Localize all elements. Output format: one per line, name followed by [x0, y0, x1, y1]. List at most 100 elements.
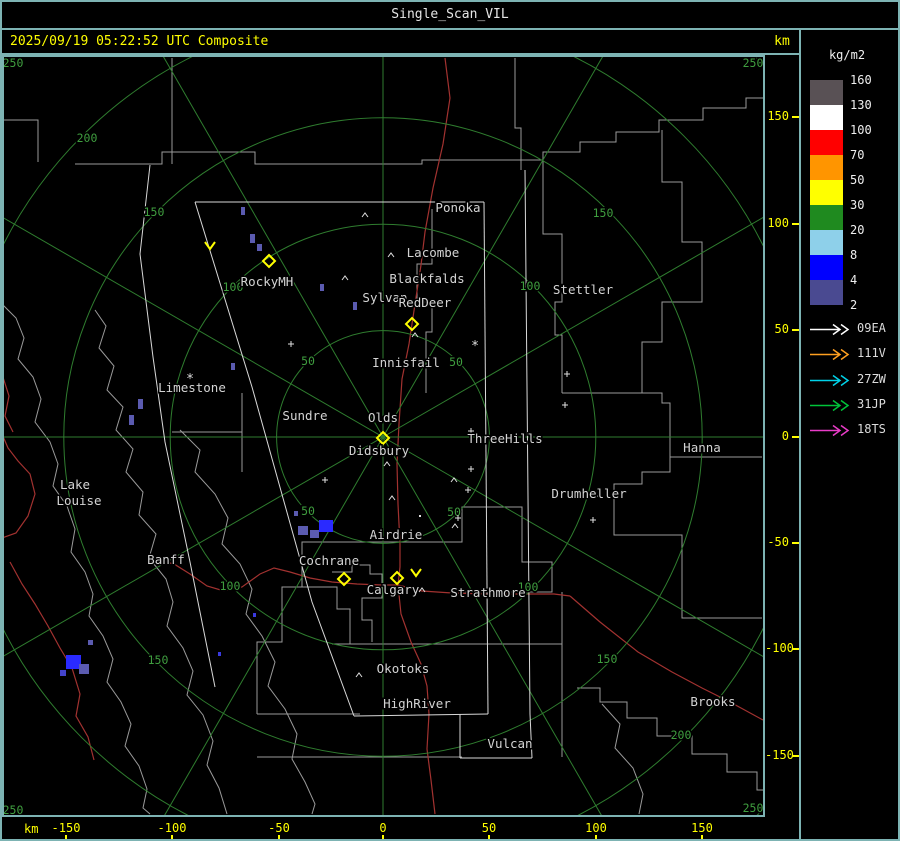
axis-tick-label: 150 [767, 109, 789, 123]
caret-marker-icon [387, 252, 395, 258]
city-label: Louise [56, 493, 101, 508]
city-label: Cochrane [299, 553, 359, 568]
highway-road [396, 57, 451, 586]
coverage-sector-outline [524, 169, 533, 759]
ring-distance-label: 250 [743, 57, 763, 70]
axis-tick-label: 100 [585, 821, 607, 835]
precip-cell [250, 234, 255, 243]
legend-swatch [810, 155, 843, 180]
axis-tick-mark [792, 542, 799, 544]
city-label: RockyMH [241, 274, 294, 289]
legend-swatch [810, 130, 843, 155]
highway-road [4, 437, 36, 538]
legend-swatch [810, 80, 843, 105]
precip-cell [253, 613, 256, 617]
ring-distance-label: 150 [597, 652, 618, 666]
county-boundary [4, 305, 151, 815]
county-boundary [613, 457, 762, 619]
site-arrow-icon [810, 425, 850, 437]
city-label: Calgary [367, 582, 420, 597]
axis-tick-label: 0 [781, 429, 789, 443]
axis-tick-label: 150 [691, 821, 713, 835]
axis-tick-mark [278, 835, 280, 839]
site-legend-row: 09EA [809, 321, 898, 337]
county-boundary [562, 392, 671, 457]
azimuth-radial [163, 57, 384, 438]
ring-distance-label: 200 [77, 131, 98, 145]
azimuth-radial [382, 436, 763, 657]
plus-marker-icon [465, 487, 471, 493]
precip-cell [241, 207, 245, 215]
plus-marker-icon [322, 477, 328, 483]
city-label: Lacombe [407, 245, 460, 260]
axis-tick-mark [595, 835, 597, 839]
ring-distance-label: 100 [220, 579, 241, 593]
plus-marker-icon [590, 517, 596, 523]
scan-timestamp: 2025/09/19 05:22:52 UTC Composite [10, 34, 269, 49]
axis-tick-mark [792, 223, 799, 225]
site-id-label: 31JP [857, 396, 886, 411]
plus-marker-icon [562, 402, 568, 408]
radar-site-chevron-icon [410, 568, 422, 578]
axis-tick-mark [488, 835, 490, 839]
site-id-label: 111V [857, 346, 886, 361]
ring-distance-label: 250 [4, 57, 23, 70]
precip-cell [218, 652, 221, 656]
caret-marker-icon [411, 332, 419, 338]
info-strip: 2025/09/19 05:22:52 UTC Composite km [2, 30, 799, 55]
city-label: Drumheller [551, 486, 627, 501]
county-boundary [75, 151, 543, 165]
axis-tick-mark [701, 835, 703, 839]
ring-distance-label: 50 [301, 354, 315, 368]
caret-marker-icon [361, 212, 369, 218]
site-id-label: 27ZW [857, 371, 886, 386]
axis-tick-mark [792, 648, 799, 650]
county-boundary [641, 130, 703, 393]
city-label: Hanna [683, 440, 721, 455]
radar-app-window: Single_Scan_VIL 2025/09/19 05:22:52 UTC … [0, 0, 900, 841]
axis-tick-label: 0 [379, 821, 387, 835]
site-id-label: 09EA [857, 321, 886, 335]
ring-distance-label: 50 [301, 504, 315, 518]
ring-distance-label: 50 [449, 355, 463, 369]
axis-tick-label: -100 [157, 821, 187, 835]
city-label: Didsbury [349, 443, 410, 458]
site-arrow-icon [810, 349, 850, 361]
city-label: Ponoka [435, 200, 480, 215]
axis-tick-mark [792, 755, 799, 757]
window-title-bar[interactable]: Single_Scan_VIL [2, 2, 898, 30]
ring-distance-label: 250 [4, 803, 23, 815]
precip-cell [294, 511, 298, 516]
legend-swatch [810, 255, 843, 280]
radar-map[interactable]: 50 5050 50100 100100 100150 150150 15020020025… [4, 57, 763, 815]
legend-swatch [810, 180, 843, 205]
highway-road [9, 561, 95, 761]
axis-tick-mark [792, 116, 799, 118]
ring-distance-label: 150 [144, 205, 165, 219]
axis-tick-label: -100 [765, 641, 794, 655]
precip-cell [88, 640, 93, 645]
county-boundary [282, 586, 351, 645]
legend-value: 70 [850, 148, 865, 162]
legend-swatch [810, 280, 843, 305]
ring-distance-label: 50 [447, 505, 461, 519]
city-label: Okotoks [377, 661, 430, 676]
caret-marker-icon [450, 477, 458, 483]
caret-marker-icon [451, 523, 459, 529]
axis-tick-mark [65, 835, 67, 839]
legend-value: 2 [850, 298, 858, 312]
ring-distance-label: 150 [148, 653, 169, 667]
axis-tick-mark [171, 835, 173, 839]
caret-marker-icon [388, 495, 396, 501]
caret-marker-icon [355, 672, 363, 678]
city-label: Innisfail [372, 355, 440, 370]
asterisk-marker-icon: * [471, 339, 479, 354]
city-label: ThreeHills [467, 431, 542, 446]
axis-tick-mark [792, 329, 799, 331]
city-label: Limestone [158, 380, 226, 395]
ring-distance-label: 150 [593, 206, 614, 220]
legend-value: 130 [850, 98, 872, 112]
axis-tick-label: -150 [51, 821, 81, 835]
plus-marker-icon [564, 371, 570, 377]
legend-panel: kg/m2 160 130 100 70 50 30 20 8 4 2 09EA 111V 27ZW 3… [801, 30, 898, 839]
